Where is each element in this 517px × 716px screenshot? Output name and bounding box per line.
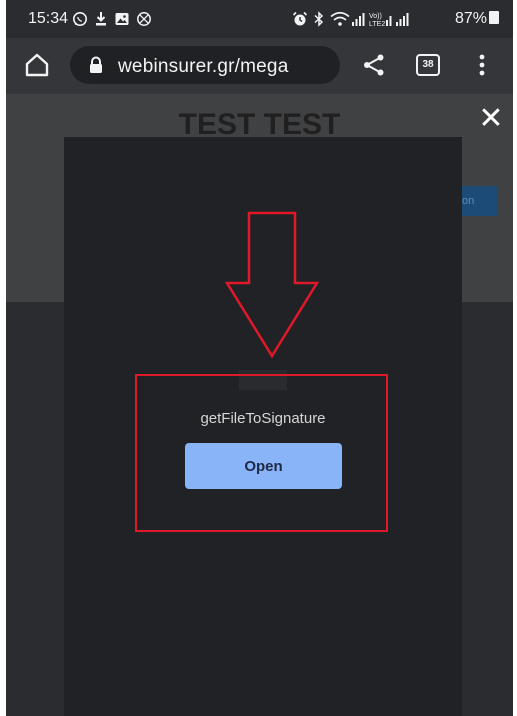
address-bar[interactable]: webinsurer.gr/mega [70,46,340,84]
lock-icon[interactable] [88,56,104,79]
status-bar: 15:34 Vo)) LTE2 87% [6,0,513,38]
background-action-button: on [458,186,498,216]
svg-text:LTE2: LTE2 [369,21,385,27]
home-icon[interactable] [24,52,50,83]
tab-switcher-button[interactable]: 38 [416,54,440,76]
wifi-icon [330,11,350,30]
status-time: 15:34 [28,10,69,27]
signal-icon [395,11,409,30]
blocked-icon [136,11,152,30]
more-options-icon[interactable] [478,52,486,83]
url-text[interactable]: webinsurer.gr/mega [118,56,288,78]
svg-text:Vo)): Vo)) [369,13,382,20]
close-button[interactable]: ✕ [472,100,510,138]
bluetooth-icon [312,11,326,30]
share-icon[interactable] [362,53,386,82]
signal-icon [351,11,365,30]
battery-level: 87% [454,10,487,27]
close-icon[interactable]: ✕ [478,102,503,135]
whatsapp-icon [72,11,88,30]
battery-indicator: 87% [455,10,499,28]
download-icon [94,11,108,30]
browser-toolbar: webinsurer.gr/mega 38 [6,38,513,94]
annotation-highlight-box [135,374,388,532]
background-action-label: on [462,195,475,207]
battery-icon [489,11,499,24]
phone-screen: 15:34 Vo)) LTE2 87% webinsurer.gr/mega 3… [6,0,513,716]
gallery-icon [114,11,130,30]
volte-signal-icon: Vo)) LTE2 [369,11,393,29]
alarm-icon [292,11,308,30]
